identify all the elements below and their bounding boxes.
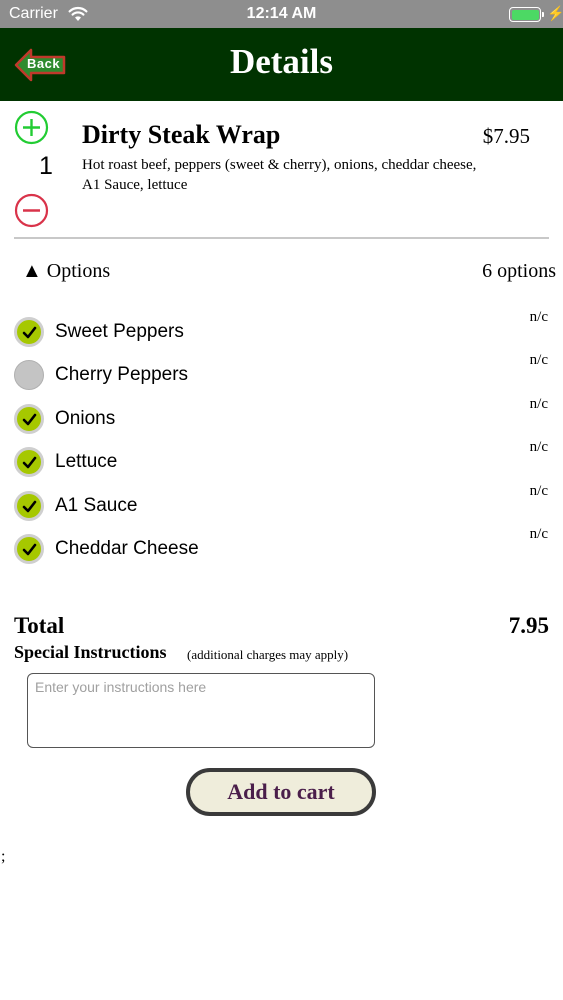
option-label: Cherry Peppers: [55, 364, 189, 385]
option-label: Onions: [55, 408, 116, 429]
item-price: $7.95: [482, 124, 530, 148]
special-instructions-input[interactable]: [27, 673, 375, 748]
increase-quantity-button[interactable]: [14, 110, 49, 145]
special-instructions-note: (additional charges may apply): [187, 647, 349, 662]
option-row-cheddar-cheese[interactable]: Cheddar Cheese n/c: [0, 526, 563, 569]
checkmark-icon: [22, 500, 37, 513]
divider: [14, 237, 549, 239]
option-price: n/c: [529, 439, 548, 455]
option-label: A1 Sauce: [55, 495, 138, 516]
option-row-sweet-peppers[interactable]: Sweet Peppers n/c: [0, 309, 563, 352]
minus-circle-icon: [14, 193, 49, 228]
options-count: 6 options: [482, 260, 556, 282]
add-to-cart-button[interactable]: Add to cart: [186, 768, 376, 816]
decrease-quantity-button[interactable]: [14, 193, 49, 228]
option-price: n/c: [529, 309, 548, 325]
option-row-lettuce[interactable]: Lettuce n/c: [0, 439, 563, 482]
option-label: Sweet Peppers: [55, 321, 184, 342]
option-price: n/c: [529, 396, 548, 412]
option-price: n/c: [529, 526, 548, 542]
item-description: Hot roast beef, peppers (sweet & cherry)…: [82, 157, 477, 193]
checkmark-icon: [22, 326, 37, 339]
option-row-onions[interactable]: Onions n/c: [0, 396, 563, 439]
quantity-value: 1: [39, 152, 53, 180]
option-label: Cheddar Cheese: [55, 538, 199, 559]
status-time: 12:14 AM: [246, 5, 317, 22]
option-checkbox[interactable]: [14, 317, 44, 347]
option-price: n/c: [529, 483, 548, 499]
option-checkbox[interactable]: [14, 534, 44, 564]
special-instructions-title: Special Instructions: [14, 642, 167, 662]
charging-bolt-icon: ⚡: [547, 5, 563, 21]
option-row-cherry-peppers[interactable]: Cherry Peppers n/c: [0, 352, 563, 395]
item-name: Dirty Steak Wrap: [82, 120, 281, 149]
plus-circle-icon: [14, 110, 49, 145]
checkmark-icon: [22, 543, 37, 556]
checkmark-icon: [22, 456, 37, 469]
page-title: Details: [229, 42, 334, 81]
option-row-a1-sauce[interactable]: A1 Sauce n/c: [0, 483, 563, 526]
option-label: Lettuce: [55, 451, 118, 472]
option-checkbox[interactable]: [14, 447, 44, 477]
stray-text: ;: [1, 848, 6, 865]
total-value: 7.95: [508, 613, 549, 638]
option-checkbox[interactable]: [14, 404, 44, 434]
nav-bar: Back Details: [0, 28, 563, 101]
option-checkbox[interactable]: [14, 360, 44, 390]
checkmark-icon: [22, 413, 37, 426]
options-toggle[interactable]: ▲ Options: [22, 260, 110, 283]
total-label: Total: [14, 613, 65, 638]
option-price: n/c: [529, 352, 548, 368]
battery-icon: [509, 7, 544, 22]
option-checkbox[interactable]: [14, 491, 44, 521]
status-bar: Carrier 12:14 AM ⚡: [0, 0, 563, 28]
